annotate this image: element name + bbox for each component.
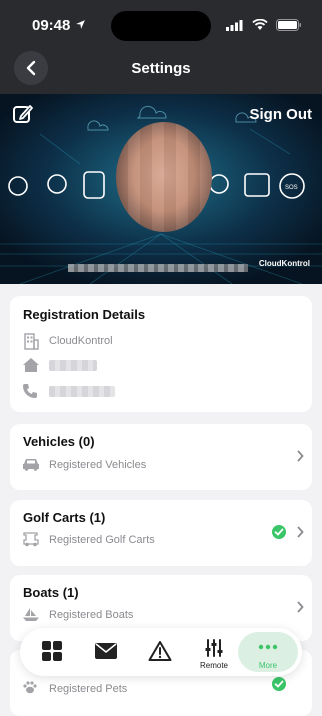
golf-carts-subtitle: Registered Golf Carts	[49, 534, 155, 546]
page-title: Settings	[131, 60, 191, 77]
address-redacted	[49, 360, 97, 371]
more-dots-icon	[258, 644, 278, 650]
company-name: CloudKontrol	[49, 335, 113, 347]
banner-caption-redacted	[68, 264, 248, 272]
registration-title: Registration Details	[23, 307, 146, 322]
tab-remote[interactable]: Remote	[189, 628, 239, 676]
building-icon	[24, 333, 39, 350]
paw-icon	[23, 681, 37, 694]
tab-bar: Remote More	[20, 628, 302, 676]
dynamic-island	[111, 11, 211, 41]
chevron-right-icon	[297, 450, 304, 462]
phone-icon	[23, 384, 37, 398]
chevron-right-icon	[297, 601, 304, 613]
golf-carts-card[interactable]: Golf Carts (1) Registered Golf Carts	[10, 500, 312, 566]
boats-subtitle: Registered Boats	[49, 609, 134, 621]
mail-icon	[95, 643, 117, 659]
edit-icon[interactable]	[12, 103, 34, 125]
boats-title: Boats (1)	[23, 585, 79, 600]
nav-bar: Settings	[0, 46, 322, 94]
home-icon	[23, 358, 39, 372]
location-arrow-icon	[76, 20, 85, 29]
car-icon	[23, 459, 39, 471]
tab-messages[interactable]	[81, 628, 131, 676]
golf-carts-title: Golf Carts (1)	[23, 510, 106, 525]
svg-text:SOS: SOS	[285, 185, 298, 191]
banner-brand: CloudKontrol	[258, 259, 310, 268]
vehicles-card[interactable]: Vehicles (0) Registered Vehicles	[10, 424, 312, 490]
status-time: 09:48	[32, 17, 71, 34]
verified-check-icon	[272, 677, 286, 691]
status-bar: 09:48	[0, 0, 322, 46]
tab-remote-label: Remote	[199, 661, 228, 670]
cellular-signal-icon	[226, 20, 243, 31]
wifi-icon	[252, 19, 268, 30]
phone-redacted	[49, 386, 115, 397]
vehicles-title: Vehicles (0)	[23, 434, 95, 449]
profile-banner: SOS Sign Out CloudKontrol	[0, 94, 322, 284]
sign-out-button[interactable]: Sign Out	[250, 106, 313, 123]
avatar	[116, 122, 212, 232]
tab-alerts[interactable]	[135, 628, 185, 676]
boat-icon	[23, 608, 39, 621]
golf-cart-icon	[23, 532, 39, 547]
battery-icon	[276, 19, 301, 31]
tab-dashboard[interactable]	[27, 628, 77, 676]
grid-icon	[42, 641, 62, 661]
tab-more-label: More	[258, 661, 278, 670]
sliders-icon	[205, 639, 223, 657]
warning-icon	[148, 641, 172, 661]
chevron-right-icon	[297, 526, 304, 538]
registration-details-card: Registration Details CloudKontrol	[10, 296, 312, 412]
vehicles-subtitle: Registered Vehicles	[49, 459, 147, 471]
tab-more[interactable]: More	[243, 628, 293, 676]
pets-subtitle: Registered Pets	[49, 683, 128, 695]
verified-check-icon	[272, 525, 286, 539]
